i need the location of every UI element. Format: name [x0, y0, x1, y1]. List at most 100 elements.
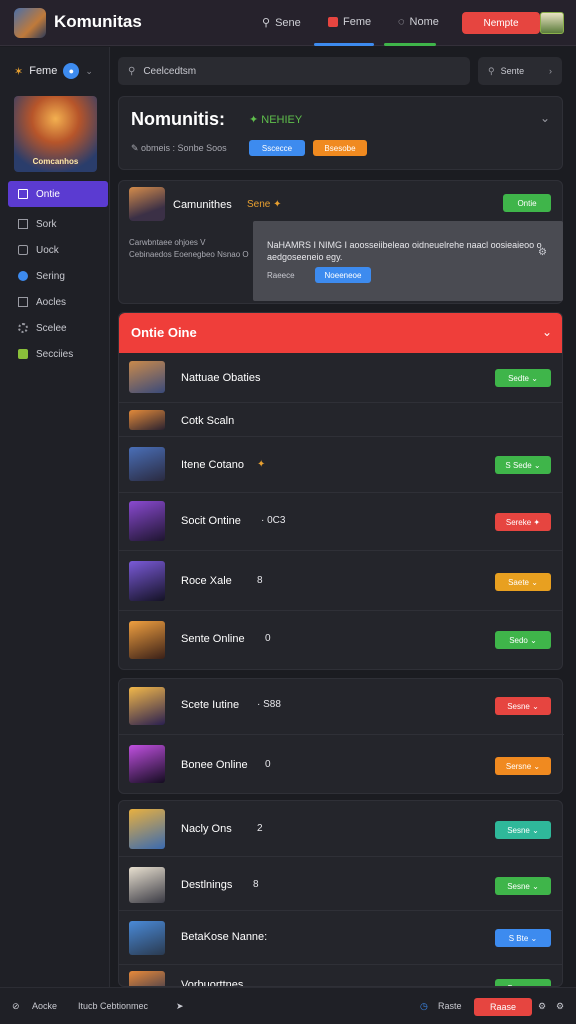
list-item[interactable]: Cotk Scaln [119, 403, 562, 437]
list-item[interactable]: Roce Xale 8 Saete ⌄ [119, 551, 562, 611]
nav-active-indicator [314, 43, 374, 46]
row-action-button[interactable]: Sesne ⌄ [495, 979, 551, 986]
settings-icon[interactable]: ⚙ [538, 247, 547, 258]
notification-icon[interactable]: ⚙ [538, 1001, 546, 1012]
send-icon[interactable]: ➤ [176, 1001, 184, 1012]
list-item[interactable]: BetaKose Nanne: S Bte ⌄ [119, 911, 562, 965]
sidebar-item-label: Sork [36, 218, 57, 230]
online-header[interactable]: Ontie Oine ⌄ [119, 313, 562, 353]
row-avatar [129, 410, 165, 430]
sidebar-hero-image[interactable]: Comcanhos [14, 96, 97, 172]
row-avatar [129, 361, 165, 393]
sidebar-item-ontie[interactable]: Ontie [8, 181, 108, 207]
search-input[interactable]: ⚲ Ceelcedtsm [118, 57, 470, 85]
sidebar-header-label: Feme [29, 65, 58, 77]
list-item[interactable]: Nacly Ons 2 Sesne ⌄ [119, 801, 562, 857]
hero-pill-orange[interactable]: Bsesobe [313, 140, 367, 156]
hero-pill-blue[interactable]: Sscecce [249, 140, 305, 156]
user-avatar[interactable] [540, 12, 564, 34]
sidebar-item-label: Sering [36, 270, 65, 282]
tooltip-title: NaHAMRS I NIMG I aoosseiibeleao oidneuel… [267, 240, 542, 262]
hero-tag: ✦ NEHIEY [249, 114, 303, 126]
sidebar-item-aocles[interactable]: Aocles [8, 289, 108, 315]
row-action-button[interactable]: S Sede ⌄ [495, 456, 551, 474]
nav-item-feme[interactable]: Feme [328, 16, 371, 28]
chevron-down-icon[interactable]: ⌄ [540, 111, 550, 125]
row-action-button[interactable]: Sedte ⌄ [495, 369, 551, 387]
top-cta-button[interactable]: Nempte [462, 12, 540, 34]
row-avatar [129, 447, 165, 481]
row-avatar [129, 501, 165, 541]
chevron-down-icon: ⌄ [85, 65, 93, 76]
nav-indicator-green [384, 43, 436, 46]
row-name: Bonee Online [181, 759, 248, 771]
app-logo[interactable] [14, 8, 46, 38]
nav-item-search[interactable]: ⚲ Sene [262, 16, 301, 30]
sidebar-item-sering[interactable]: Sering [8, 263, 108, 289]
sort-dropdown[interactable]: ⚲ Sente › [478, 57, 562, 85]
sidebar-hero-label: Comcanhos [32, 157, 79, 166]
bottom-status-text: Itucb Cebtionmec [78, 1001, 149, 1011]
list-item[interactable]: Scete Iutine · S88 Sesne ⌄ [119, 679, 564, 735]
compass-icon[interactable]: ⊘ [12, 1001, 20, 1012]
row-name: Itene Cotano [181, 459, 244, 471]
sidebar-header[interactable]: ✶ Feme ● ⌄ [14, 63, 93, 79]
row-name: Sente Online [181, 633, 245, 645]
settings-icon[interactable]: ⚙ [556, 1001, 564, 1012]
list-item[interactable]: Destlnings 8 Sesne ⌄ [119, 857, 562, 911]
sidebar-item-label: Uock [36, 244, 59, 256]
nav-item-label: Nome [409, 16, 439, 28]
nav-item-nome[interactable]: ◌ Nome [398, 16, 439, 28]
sidebar-item-sork[interactable]: Sork [8, 211, 108, 237]
bottom-action-button[interactable]: Raase [474, 998, 532, 1016]
row-avatar [129, 971, 165, 986]
sidebar-item-uock[interactable]: Uock [8, 237, 108, 263]
chevron-down-icon[interactable]: ⌄ [542, 325, 552, 339]
sidebar-item-secciies[interactable]: Secciies [8, 341, 108, 367]
row-name: Destlnings [181, 879, 233, 891]
row-extra: · 0C3 [261, 515, 286, 526]
post-action-button[interactable]: Ontie [503, 194, 551, 212]
post-extra: Sene ✦ [247, 199, 282, 210]
row-action-button[interactable]: Sersne ⌄ [495, 757, 551, 775]
list-item[interactable]: Vorbuorttnes Sesne ⌄ [119, 965, 562, 986]
tooltip-button[interactable]: Noeeneoe [315, 267, 371, 283]
bottom-left-label[interactable]: Aocke [32, 1001, 57, 1011]
row-avatar [129, 921, 165, 955]
filter-icon: ⚲ [488, 65, 495, 76]
clock-icon: ◷ [420, 1001, 428, 1011]
row-name: Nattuae Obaties [181, 372, 261, 384]
row-action-button[interactable]: Saete ⌄ [495, 573, 551, 591]
sidebar-item-scelee[interactable]: Scelee [8, 315, 108, 341]
list-item[interactable]: Socit Ontine · 0C3 Sereke ✦ [119, 493, 562, 551]
row-extra: 2 [257, 823, 263, 834]
row-extra: 8 [253, 879, 259, 890]
nav-item-label: Feme [343, 16, 372, 28]
post-text: Carwbntaee ohjoes V Cebinaedos Eoenegbeo… [129, 238, 249, 259]
post-avatar[interactable] [129, 187, 165, 221]
row-action-button[interactable]: Sesne ⌄ [495, 877, 551, 895]
row-name: BetaKose Nanne: [181, 931, 268, 943]
online-list-card: Ontie Oine ⌄ Nattuae Obaties Sedte ⌄ Cot… [118, 312, 563, 670]
row-action-button[interactable]: Sesne ⌄ [495, 697, 551, 715]
row-action-button[interactable]: Sesne ⌄ [495, 821, 551, 839]
list-item[interactable]: Sente Online 0 Sedo ⌄ [119, 611, 562, 669]
row-name: Cotk Scaln [181, 415, 235, 427]
tooltip-label: Raeece [267, 271, 295, 280]
row-avatar [129, 867, 165, 903]
list-item[interactable]: Bonee Online 0 Sersne ⌄ [119, 735, 564, 795]
sidebar-item-label: Scelee [36, 322, 67, 334]
sidebar-badge: ● [63, 63, 80, 79]
list-card-2: Scete Iutine · S88 Sesne ⌄ Bonee Online … [118, 678, 564, 795]
list-item[interactable]: Itene Cotano ✦ S Sede ⌄ [119, 437, 562, 493]
row-action-button[interactable]: S Bte ⌄ [495, 929, 551, 947]
star-icon: ✶ [14, 65, 24, 78]
bottom-right-label[interactable]: Raste [438, 1001, 462, 1011]
row-action-button[interactable]: Sereke ✦ [495, 513, 551, 531]
list-item[interactable]: Nattuae Obaties Sedte ⌄ [119, 353, 562, 403]
row-action-button[interactable]: Sedo ⌄ [495, 631, 551, 649]
app-title: Komunitas [54, 12, 142, 31]
puzzle-icon [18, 349, 28, 359]
search-icon: ⚲ [128, 65, 136, 77]
row-avatar [129, 687, 165, 725]
